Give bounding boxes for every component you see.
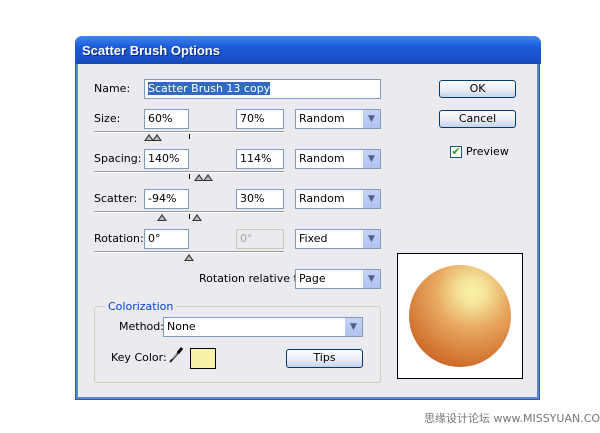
scatter-slider-track[interactable] <box>94 211 284 213</box>
rotation-max-input: 0° <box>236 229 284 249</box>
name-input[interactable]: Scatter Brush 13 copy <box>144 79 381 99</box>
colorization-legend: Colorization <box>105 300 177 314</box>
scatter-label: Scatter: <box>94 192 138 205</box>
size-max-input[interactable]: 70% <box>236 109 284 129</box>
preview-pane <box>397 253 523 379</box>
size-slider-track[interactable] <box>94 131 284 133</box>
chevron-down-icon: ▼ <box>344 318 362 336</box>
rotation-relative-value: Page <box>299 272 326 285</box>
scatter-slider-handle[interactable] <box>191 214 202 221</box>
size-min-input[interactable]: 60% <box>144 109 189 129</box>
chevron-down-icon: ▼ <box>362 270 380 288</box>
spacing-slider-handle[interactable] <box>203 174 213 181</box>
preview-sphere <box>409 265 511 367</box>
chevron-down-icon: ▼ <box>362 190 380 208</box>
chevron-down-icon: ▼ <box>362 110 380 128</box>
size-label: Size: <box>94 112 121 125</box>
scatter-slider-center-tick <box>189 214 190 219</box>
size-mode-select[interactable]: Random ▼ <box>295 109 381 129</box>
size-slider-handle[interactable] <box>151 134 162 141</box>
method-label: Method: <box>119 320 164 333</box>
rotation-mode-select[interactable]: Fixed ▼ <box>295 229 381 249</box>
scatter-max-input[interactable]: 30% <box>236 189 284 209</box>
spacing-slider-handle[interactable] <box>193 174 204 181</box>
spacing-mode-value: Random <box>299 152 345 165</box>
eyedropper-icon[interactable] <box>168 346 184 364</box>
spacing-min-input[interactable]: 140% <box>144 149 189 169</box>
name-label: Name: <box>94 82 131 95</box>
watermark: 思缘设计论坛 www.MISSYUAN.COM <box>424 412 600 425</box>
tips-button[interactable]: Tips <box>286 349 363 368</box>
rotation-relative-select[interactable]: Page ▼ <box>295 269 381 289</box>
spacing-slider-center-tick <box>189 174 190 179</box>
ok-button[interactable]: OK <box>439 80 516 98</box>
preview-checkbox[interactable]: ✔ <box>450 146 462 158</box>
spacing-label: Spacing: <box>94 152 142 165</box>
dialog-title-bar[interactable]: Scatter Brush Options <box>76 36 541 64</box>
scatter-slider-handle[interactable] <box>157 214 168 221</box>
chevron-down-icon: ▼ <box>362 230 380 248</box>
size-slider-center-tick <box>189 134 190 139</box>
rotation-label: Rotation: <box>94 232 144 245</box>
spacing-mode-select[interactable]: Random ▼ <box>295 149 381 169</box>
name-value: Scatter Brush 13 copy <box>148 82 271 95</box>
chevron-down-icon: ▼ <box>362 150 380 168</box>
cancel-button[interactable]: Cancel <box>439 110 516 128</box>
scatter-mode-value: Random <box>299 192 345 205</box>
key-color-swatch[interactable] <box>190 348 216 369</box>
scatter-mode-select[interactable]: Random ▼ <box>295 189 381 209</box>
rotation-slider-track[interactable] <box>94 251 284 253</box>
size-mode-value: Random <box>299 112 345 125</box>
spacing-max-input[interactable]: 114% <box>236 149 284 169</box>
scatter-min-input[interactable]: -94% <box>144 189 189 209</box>
rotation-mode-value: Fixed <box>299 232 328 245</box>
preview-label: Preview <box>466 145 509 158</box>
dialog-title: Scatter Brush Options <box>82 43 220 58</box>
rotation-relative-label: Rotation relative to: <box>199 272 309 285</box>
method-value: None <box>167 320 196 333</box>
key-color-label: Key Color: <box>111 351 167 364</box>
rotation-slider-handle[interactable] <box>184 254 194 261</box>
scatter-brush-options-dialog: Scatter Brush Options Name: Scatter Brus… <box>75 36 541 400</box>
spacing-slider-track[interactable] <box>94 171 284 173</box>
method-select[interactable]: None ▼ <box>163 317 363 337</box>
rotation-min-input[interactable]: 0° <box>144 229 189 249</box>
checkmark-icon: ✔ <box>451 145 461 158</box>
